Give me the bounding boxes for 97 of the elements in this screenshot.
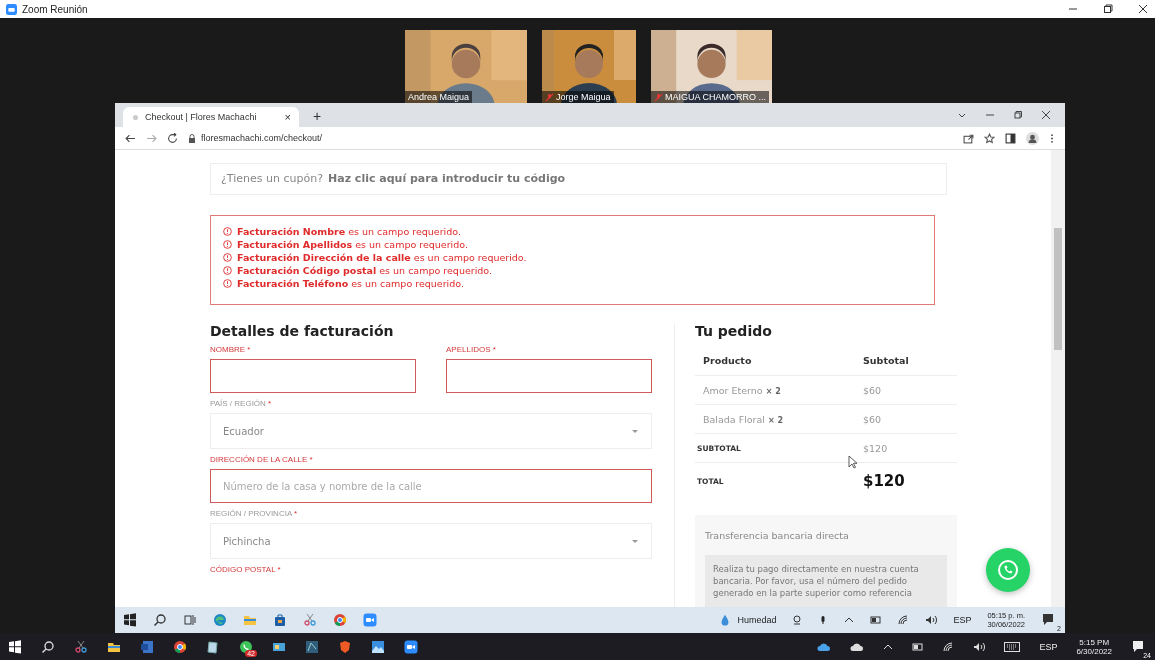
section-heading: Detalles de facturación	[210, 323, 395, 339]
battery-icon[interactable]	[912, 641, 925, 652]
participant-name: MAIGUA CHAMORRO ...	[665, 92, 766, 102]
app-logo-icon	[6, 3, 17, 15]
lock-icon	[188, 133, 196, 143]
notepad-icon[interactable]	[206, 639, 220, 654]
error-message: Facturación Nombre es un campo requerido.	[237, 225, 461, 237]
language-indicator[interactable]: ESP	[1039, 641, 1058, 652]
chat-icon[interactable]	[239, 639, 253, 654]
new-tab-button[interactable]: +	[307, 107, 328, 125]
browser-icon[interactable]	[173, 639, 187, 654]
language-indicator[interactable]: ESP	[953, 615, 972, 625]
speaker-icon[interactable]	[925, 615, 938, 625]
table-cell-text: Balada Floral × 2	[703, 413, 785, 425]
coupon-text: ¿Tienes un cupón?	[221, 172, 323, 186]
window-title: Zoom Reunión	[22, 3, 89, 15]
webcam-icon[interactable]	[792, 615, 803, 625]
payment-description: Realiza tu pago directamente en nuestra cuenta bancaria. Por favor, usa el número del pedido generado en la parte superior como referencia	[705, 555, 947, 607]
landscape-icon[interactable]	[371, 639, 385, 654]
search-icon[interactable]	[41, 639, 55, 654]
browser-tab[interactable]: Checkout | Flores Machachi ×	[123, 107, 299, 127]
field-label: CÓDIGO POSTAL *	[210, 565, 282, 574]
table-cell-text: $60	[863, 384, 883, 396]
speaker-icon[interactable]	[973, 641, 986, 652]
scrollbar[interactable]	[1051, 150, 1065, 607]
caret-down-icon	[631, 537, 639, 545]
payment-method-label: Transferencia bancaria directa	[705, 530, 849, 541]
field-label: REGIÓN / PROVINCIA *	[210, 509, 299, 518]
alert-icon	[223, 239, 232, 249]
restore-icon[interactable]	[1013, 110, 1023, 120]
wifi-icon[interactable]	[898, 615, 910, 625]
muted-microphone-icon	[654, 92, 663, 102]
shield-icon[interactable]	[338, 639, 352, 654]
wifi-icon[interactable]	[943, 641, 955, 652]
caret-up-icon[interactable]	[844, 615, 855, 625]
cloud-icon[interactable]	[850, 641, 865, 652]
clock-time: 5:15 PM	[1079, 637, 1110, 647]
table-cell-text: $60	[863, 413, 883, 425]
star-icon[interactable]	[984, 132, 995, 144]
coupon-link[interactable]: Haz clic aquí para introducir tu código	[328, 172, 566, 186]
error-message: Facturación Teléfono es un campo requerido.	[237, 277, 464, 289]
text-field[interactable]	[210, 359, 416, 393]
alert-icon	[223, 278, 232, 288]
windows-icon[interactable]	[8, 639, 22, 654]
cloud-icon[interactable]	[817, 641, 832, 652]
caret-down-icon	[631, 427, 639, 435]
close-icon[interactable]	[1137, 3, 1149, 15]
battery-icon[interactable]	[870, 615, 883, 625]
error-message: Facturación Dirección de la calle es un campo requerido.	[237, 251, 527, 263]
alert-icon	[223, 226, 232, 236]
search-icon[interactable]	[153, 613, 167, 627]
error-message: Facturación Código postal es un campo requerido.	[237, 264, 492, 276]
keyboard-icon[interactable]	[1004, 641, 1021, 652]
dropdown[interactable]: Pichincha	[210, 523, 652, 559]
total-amount: $120	[863, 472, 906, 490]
alert-icon	[223, 265, 232, 275]
profile-icon[interactable]	[1026, 131, 1039, 145]
document-icon[interactable]	[140, 639, 154, 654]
close-icon[interactable]	[1041, 110, 1051, 120]
tab-close-button[interactable]: ×	[284, 111, 291, 123]
task-view-icon[interactable]	[183, 613, 197, 627]
menu-icon[interactable]	[1049, 132, 1055, 144]
cursor-icon	[848, 455, 858, 469]
clock-date: 6/30/2022	[1076, 646, 1112, 656]
store-icon[interactable]	[273, 613, 287, 627]
error-message: Facturación Apellidos es un campo requerido.	[237, 238, 468, 250]
column-header: Producto	[703, 354, 753, 366]
muted-microphone-icon	[545, 92, 554, 102]
participant-name: Andrea Maigua	[408, 92, 470, 102]
back-icon[interactable]	[125, 132, 136, 144]
notification-icon[interactable]	[1041, 612, 1055, 626]
dropdown[interactable]: Ecuador	[210, 413, 652, 449]
field-label: APELLIDOS *	[446, 345, 497, 354]
scissors-icon[interactable]	[303, 613, 317, 627]
table-cell-text: Amor Eterno × 2	[703, 384, 782, 396]
video-camera-icon[interactable]	[404, 639, 418, 654]
alert-icon	[223, 252, 232, 262]
text-field[interactable]: Número de la casa y nombre de la calle	[210, 469, 652, 503]
field-label: PAÍS / REGIÓN *	[210, 399, 273, 408]
table-cell-text: $120	[863, 442, 889, 454]
chat-icon	[996, 558, 1020, 582]
restore-icon[interactable]	[1102, 3, 1114, 15]
address-bar[interactable]: floresmachachi.com/checkout/	[201, 133, 323, 143]
participant-name: Jorge Maigua	[556, 92, 611, 102]
field-label: NOMBRE *	[210, 345, 252, 354]
reload-icon[interactable]	[167, 132, 178, 144]
section-heading: Tu pedido	[695, 323, 773, 339]
notification-icon[interactable]	[1131, 638, 1145, 653]
windows-icon[interactable]	[123, 613, 137, 627]
column-header: Subtotal	[863, 354, 910, 366]
weather-label[interactable]: Humedad	[737, 615, 777, 625]
scissors-icon[interactable]	[74, 639, 88, 654]
app-icon[interactable]	[305, 639, 319, 654]
share-icon[interactable]	[963, 132, 974, 144]
side-panel-icon[interactable]	[1005, 132, 1016, 144]
text-field[interactable]	[446, 359, 652, 393]
field-label: DIRECCIÓN DE LA CALLE *	[210, 455, 314, 464]
